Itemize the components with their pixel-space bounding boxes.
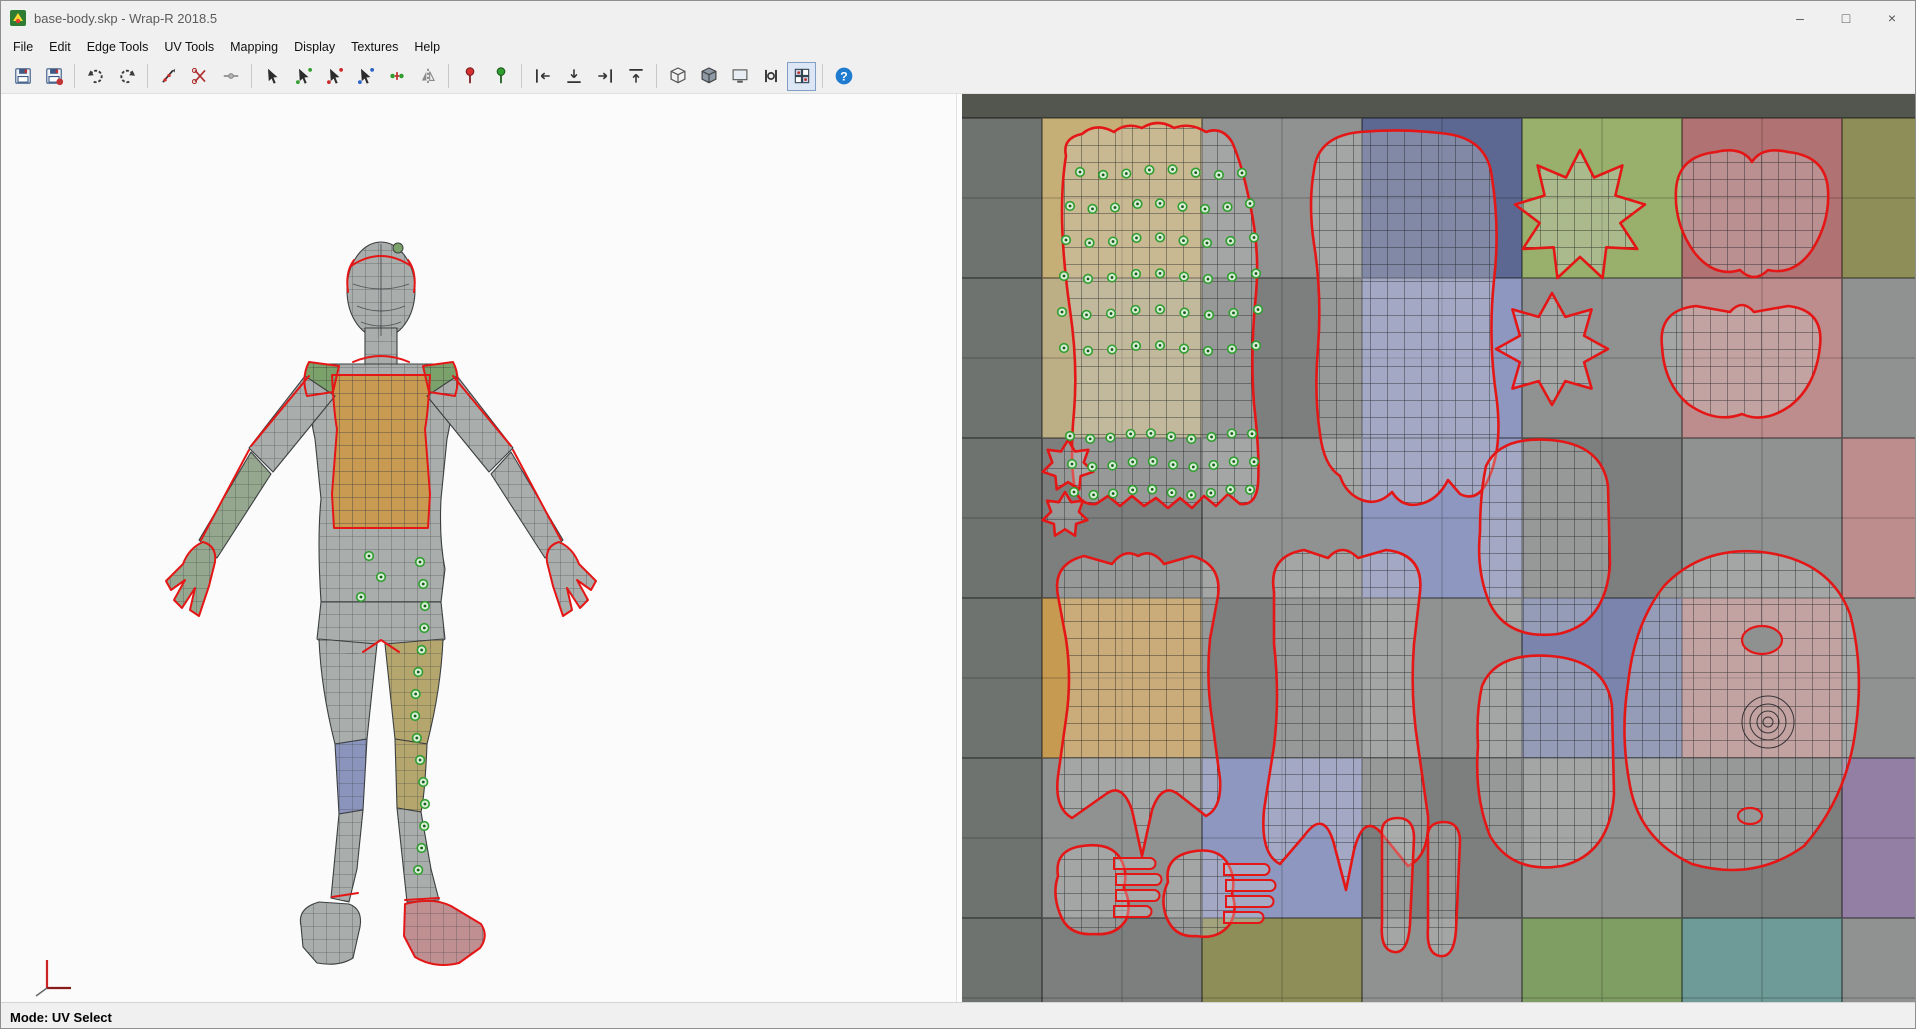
uv-island-leg-back[interactable] bbox=[1309, 129, 1500, 507]
uv-select-button[interactable] bbox=[258, 62, 287, 91]
app-icon bbox=[9, 9, 27, 27]
menu-uv-tools[interactable]: UV Tools bbox=[156, 37, 222, 57]
redo-button[interactable] bbox=[112, 62, 141, 91]
toolbar-separator bbox=[656, 64, 657, 88]
main-area bbox=[1, 94, 1915, 1002]
align-bottom-button[interactable] bbox=[559, 62, 588, 91]
edge-weld-button[interactable] bbox=[216, 62, 245, 91]
window-title: base-body.skp - Wrap-R 2018.5 bbox=[34, 10, 218, 26]
menu-bar: File Edit Edge Tools UV Tools Mapping Display… bbox=[1, 35, 1915, 59]
edge-select-button[interactable] bbox=[154, 62, 183, 91]
window-controls: – □ × bbox=[1777, 1, 1915, 35]
menu-textures[interactable]: Textures bbox=[343, 37, 406, 57]
toolbar-separator bbox=[822, 64, 823, 88]
align-left-button[interactable] bbox=[528, 62, 557, 91]
uv-island-gear-large-2[interactable] bbox=[1494, 291, 1610, 407]
uv-editor[interactable] bbox=[961, 94, 1915, 1002]
mode-label: Mode: UV Select bbox=[10, 1010, 112, 1025]
menu-edit[interactable]: Edit bbox=[41, 37, 79, 57]
toolbar-separator bbox=[448, 64, 449, 88]
pin-green-button[interactable] bbox=[486, 62, 515, 91]
toggle-uv-grid-button[interactable] bbox=[787, 61, 816, 91]
uv-island-arm-lower[interactable] bbox=[1475, 654, 1616, 869]
uv-move-button[interactable] bbox=[289, 62, 318, 91]
save-button[interactable] bbox=[8, 62, 37, 91]
align-top-button[interactable] bbox=[621, 62, 650, 91]
menu-mapping[interactable]: Mapping bbox=[222, 37, 286, 57]
menu-edge-tools[interactable]: Edge Tools bbox=[79, 37, 157, 57]
uv-mirror-button[interactable] bbox=[413, 62, 442, 91]
menu-help[interactable]: Help bbox=[406, 37, 448, 57]
box-mapping-button[interactable] bbox=[663, 62, 692, 91]
uv-island-face-mid[interactable] bbox=[1660, 303, 1822, 419]
app-window: base-body.skp - Wrap-R 2018.5 – □ × File Ed… bbox=[0, 0, 1916, 1029]
toolbar-separator bbox=[251, 64, 252, 88]
status-bar: Mode: UV Select bbox=[1, 1002, 1915, 1028]
menu-display[interactable]: Display bbox=[286, 37, 343, 57]
toolbar-separator bbox=[74, 64, 75, 88]
model-wireframe bbox=[166, 242, 596, 965]
save-as-button[interactable] bbox=[39, 62, 68, 91]
uv-island-arm-upper[interactable] bbox=[1477, 438, 1612, 637]
close-button[interactable]: × bbox=[1869, 1, 1915, 35]
title-bar: base-body.skp - Wrap-R 2018.5 – □ × bbox=[1, 1, 1915, 35]
viewport-3d[interactable] bbox=[1, 94, 957, 1002]
minimize-button[interactable]: – bbox=[1777, 1, 1823, 35]
uv-rotate-button[interactable] bbox=[320, 62, 349, 91]
menu-file[interactable]: File bbox=[5, 37, 41, 57]
solid-view-button[interactable] bbox=[694, 62, 723, 91]
axis-gizmo bbox=[35, 960, 71, 997]
uv-scale-button[interactable] bbox=[351, 62, 380, 91]
toolbar-separator bbox=[521, 64, 522, 88]
straighten-uv-button[interactable] bbox=[756, 62, 785, 91]
maximize-button[interactable]: □ bbox=[1823, 1, 1869, 35]
uv-weld-button[interactable] bbox=[382, 62, 411, 91]
undo-button[interactable] bbox=[81, 62, 110, 91]
help-button[interactable]: ? bbox=[829, 62, 858, 91]
toolbar: ? bbox=[1, 59, 1915, 94]
uv-island-face-top[interactable] bbox=[1674, 149, 1830, 279]
uv-island-leg-strip-1[interactable] bbox=[1380, 816, 1416, 954]
planar-mapping-button[interactable] bbox=[725, 62, 754, 91]
toolbar-separator bbox=[147, 64, 148, 88]
pin-red-button[interactable] bbox=[455, 62, 484, 91]
uv-island-leg-strip-2[interactable] bbox=[1426, 820, 1462, 958]
align-right-button[interactable] bbox=[590, 62, 619, 91]
svg-text:?: ? bbox=[840, 69, 847, 83]
edge-cut-button[interactable] bbox=[185, 62, 214, 91]
